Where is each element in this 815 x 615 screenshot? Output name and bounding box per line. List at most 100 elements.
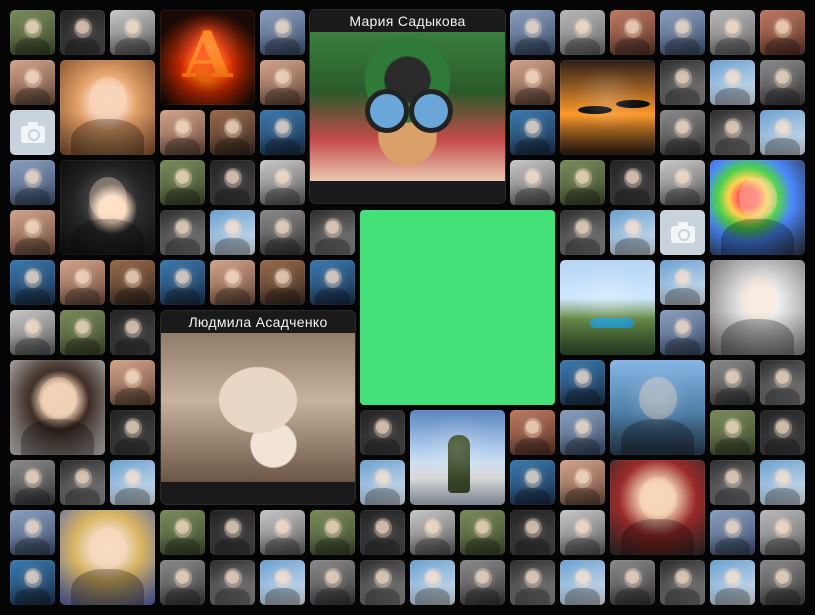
profile-thumbnail[interactable] (560, 160, 605, 205)
profile-thumbnail[interactable] (610, 360, 705, 455)
profile-thumbnail[interactable] (560, 360, 605, 405)
profile-thumbnail[interactable] (610, 10, 655, 55)
profile-thumbnail[interactable] (260, 560, 305, 605)
profile-thumbnail[interactable] (10, 10, 55, 55)
profile-thumbnail[interactable] (10, 210, 55, 255)
profile-thumbnail[interactable] (160, 210, 205, 255)
profile-thumbnail[interactable] (560, 210, 605, 255)
profile-thumbnail[interactable] (60, 460, 105, 505)
profile-thumbnail[interactable] (160, 160, 205, 205)
profile-thumbnail[interactable] (660, 260, 705, 305)
profile-thumbnail[interactable] (310, 510, 355, 555)
profile-thumbnail[interactable] (210, 160, 255, 205)
profile-thumbnail[interactable] (560, 260, 655, 355)
profile-thumbnail[interactable] (260, 60, 305, 105)
profile-thumbnail[interactable] (60, 260, 105, 305)
profile-thumbnail[interactable] (210, 110, 255, 155)
profile-thumbnail[interactable] (560, 460, 605, 505)
profile-thumbnail[interactable] (710, 460, 755, 505)
profile-thumbnail[interactable] (660, 60, 705, 105)
profile-thumbnail[interactable] (360, 410, 405, 455)
profile-thumbnail[interactable] (660, 10, 705, 55)
highlight-square[interactable] (360, 210, 555, 405)
profile-thumbnail[interactable] (560, 510, 605, 555)
profile-thumbnail[interactable] (60, 10, 105, 55)
profile-thumbnail[interactable] (10, 60, 55, 105)
profile-thumbnail[interactable] (60, 160, 155, 255)
profile-thumbnail[interactable] (110, 260, 155, 305)
profile-thumbnail[interactable] (10, 460, 55, 505)
profile-thumbnail[interactable] (410, 560, 455, 605)
profile-thumbnail[interactable] (710, 360, 755, 405)
profile-thumbnail[interactable] (260, 160, 305, 205)
profile-thumbnail[interactable] (60, 310, 105, 355)
profile-thumbnail[interactable] (710, 10, 755, 55)
profile-thumbnail[interactable] (110, 460, 155, 505)
profile-thumbnail[interactable] (10, 260, 55, 305)
profile-thumbnail[interactable] (260, 260, 305, 305)
profile-thumbnail[interactable] (10, 310, 55, 355)
profile-thumbnail[interactable] (760, 560, 805, 605)
profile-thumbnail[interactable] (660, 160, 705, 205)
profile-thumbnail[interactable] (760, 460, 805, 505)
profile-thumbnail[interactable] (660, 310, 705, 355)
profile-thumbnail[interactable] (10, 360, 105, 455)
profile-thumbnail[interactable] (110, 410, 155, 455)
profile-thumbnail[interactable] (210, 210, 255, 255)
profile-thumbnail[interactable] (10, 110, 55, 155)
profile-thumbnail[interactable] (610, 160, 655, 205)
profile-thumbnail[interactable] (260, 110, 305, 155)
profile-thumbnail[interactable] (160, 110, 205, 155)
profile-thumbnail[interactable] (710, 160, 805, 255)
profile-thumbnail[interactable] (710, 510, 755, 555)
profile-thumbnail[interactable] (160, 560, 205, 605)
profile-thumbnail[interactable] (360, 510, 405, 555)
profile-thumbnail[interactable] (510, 560, 555, 605)
profile-thumbnail[interactable] (660, 560, 705, 605)
profile-thumbnail[interactable] (160, 260, 205, 305)
profile-thumbnail[interactable] (260, 210, 305, 255)
profile-thumbnail[interactable] (710, 260, 805, 355)
profile-thumbnail[interactable] (760, 510, 805, 555)
profile-thumbnail[interactable] (710, 110, 755, 155)
profile-thumbnail[interactable] (510, 510, 555, 555)
profile-thumbnail[interactable] (460, 560, 505, 605)
profile-thumbnail[interactable] (310, 560, 355, 605)
profile-thumbnail[interactable] (510, 160, 555, 205)
profile-thumbnail[interactable] (560, 560, 605, 605)
profile-thumbnail[interactable] (210, 560, 255, 605)
profile-thumbnail[interactable] (10, 160, 55, 205)
profile-thumbnail[interactable] (10, 510, 55, 555)
profile-thumbnail[interactable] (160, 510, 205, 555)
profile-thumbnail[interactable] (660, 110, 705, 155)
profile-thumbnail[interactable] (710, 410, 755, 455)
featured-profile-card[interactable]: Мария Садыкова (310, 10, 505, 203)
profile-thumbnail[interactable] (110, 10, 155, 55)
profile-thumbnail[interactable] (510, 60, 555, 105)
profile-thumbnail[interactable] (510, 110, 555, 155)
profile-thumbnail[interactable] (410, 510, 455, 555)
profile-thumbnail[interactable] (360, 460, 405, 505)
profile-thumbnail[interactable] (210, 260, 255, 305)
profile-thumbnail[interactable] (260, 510, 305, 555)
profile-thumbnail[interactable] (710, 560, 755, 605)
profile-thumbnail[interactable] (110, 360, 155, 405)
profile-thumbnail[interactable] (510, 410, 555, 455)
profile-thumbnail[interactable] (460, 510, 505, 555)
profile-thumbnail[interactable] (10, 560, 55, 605)
profile-thumbnail[interactable] (510, 460, 555, 505)
featured-profile-card[interactable]: Людмила Асадченко (161, 311, 355, 504)
profile-thumbnail[interactable] (760, 360, 805, 405)
profile-thumbnail[interactable] (560, 10, 605, 55)
profile-thumbnail[interactable] (410, 410, 505, 505)
profile-thumbnail[interactable] (60, 510, 155, 605)
profile-thumbnail[interactable] (760, 410, 805, 455)
profile-thumbnail[interactable]: A (160, 10, 255, 105)
profile-thumbnail[interactable] (510, 10, 555, 55)
profile-thumbnail[interactable] (610, 560, 655, 605)
profile-thumbnail[interactable] (110, 310, 155, 355)
profile-thumbnail[interactable] (310, 210, 355, 255)
profile-thumbnail[interactable] (260, 10, 305, 55)
profile-thumbnail[interactable] (610, 210, 655, 255)
profile-thumbnail[interactable] (760, 60, 805, 105)
